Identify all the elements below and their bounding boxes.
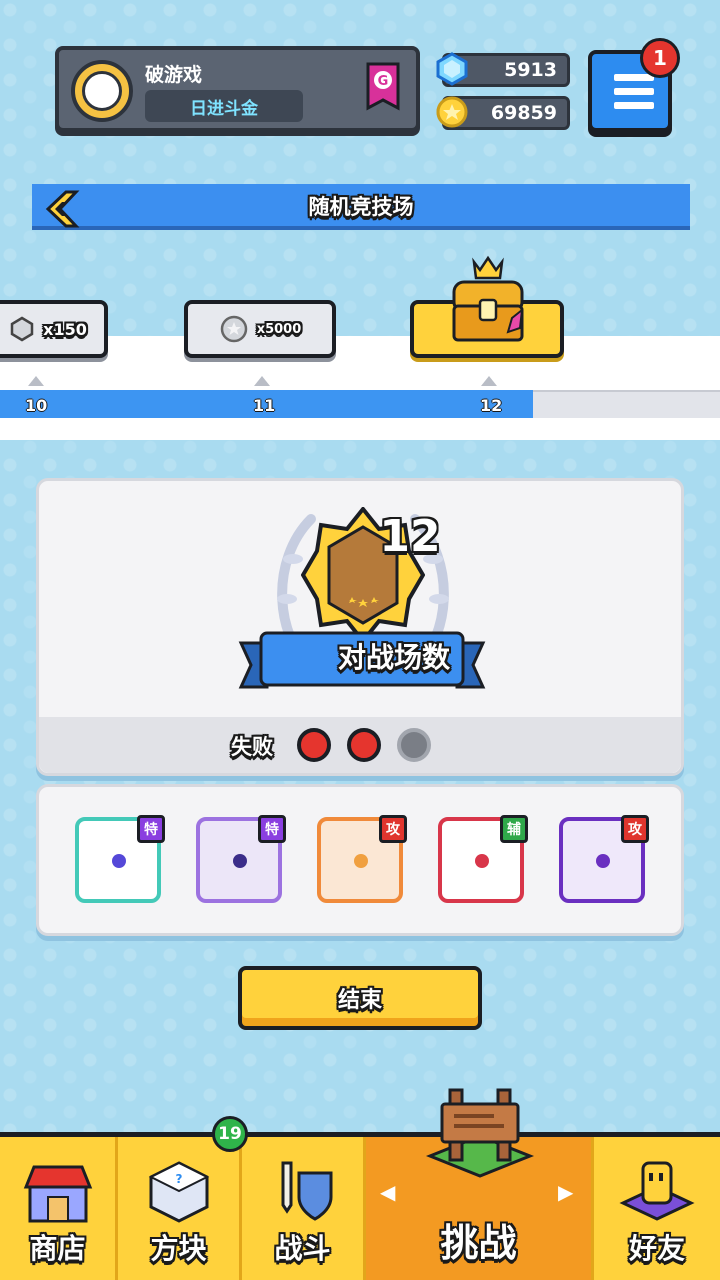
- nav-cubes[interactable]: ? 方块: [118, 1137, 242, 1280]
- battle-count-card: 12 对战场数 失败: [36, 478, 684, 776]
- signpost-icon: [425, 1088, 535, 1178]
- nav-label: 方块: [150, 1232, 207, 1265]
- gem-reward-icon: [10, 316, 34, 342]
- coin-count: 69859: [490, 102, 557, 124]
- skill-type-tag: 攻: [621, 815, 649, 843]
- loss-label: 失败: [231, 735, 273, 759]
- rank-badge-icon[interactable]: G: [365, 62, 401, 112]
- loss-indicator: 失败: [39, 717, 681, 773]
- player-name: 破游戏: [145, 64, 203, 86]
- nav-friends[interactable]: 好友: [594, 1137, 720, 1280]
- skill-slot-1[interactable]: 特: [75, 815, 165, 903]
- skill-slot-5[interactable]: 攻: [559, 815, 649, 903]
- reward-milestone-11[interactable]: x5000: [184, 300, 336, 358]
- skill-slot-4[interactable]: 辅: [438, 815, 528, 903]
- profile-panel[interactable]: 破游戏 日进斗金 G: [55, 46, 420, 132]
- cubes-notification-badge: 19: [212, 1116, 248, 1152]
- treasure-chest-icon: [452, 255, 524, 342]
- skill-type-tag: 特: [137, 815, 165, 843]
- end-button[interactable]: 结束: [238, 966, 482, 1030]
- nav-label: 商店: [29, 1232, 86, 1265]
- dragon-orb-icon: [596, 854, 610, 868]
- menu-notification-badge: 1: [640, 38, 680, 78]
- reward-track: [0, 336, 720, 440]
- gem-icon-front: [436, 52, 468, 86]
- hamburger-icon: [614, 74, 654, 81]
- hamburger-line: [614, 88, 654, 95]
- tick-marker: [28, 376, 44, 386]
- reward-amount: x5000: [256, 321, 302, 337]
- rank-badge-letter: G: [378, 74, 389, 89]
- page-title: 随机竞技场: [308, 195, 414, 219]
- skill-slot-3[interactable]: 攻: [317, 815, 407, 903]
- nav-label: 好友: [628, 1232, 685, 1265]
- nav-label-active: 挑战: [440, 1221, 517, 1265]
- nav-label: 战斗: [274, 1232, 331, 1265]
- sword-shield-icon: [281, 1161, 332, 1221]
- back-button[interactable]: [40, 188, 82, 230]
- tick-marker: [481, 376, 497, 386]
- reward-milestone-10[interactable]: x150: [0, 300, 108, 358]
- bottom-nav: 商店 ? 方块 战斗 挑战 好友: [0, 1132, 720, 1280]
- skill-type-tag: 攻: [379, 815, 407, 843]
- reward-amount: x150: [43, 319, 87, 339]
- avatar-face-icon: [82, 71, 122, 111]
- target-orb-icon: [354, 854, 368, 868]
- avatar[interactable]: [71, 60, 133, 122]
- tick-marker: [254, 376, 270, 386]
- tick-label-11: 11: [253, 396, 276, 415]
- svg-text:?: ?: [175, 1172, 182, 1186]
- tick-label-10: 10: [25, 396, 48, 415]
- battle-count-label: 对战场数: [337, 641, 450, 674]
- friends-icon: [619, 1161, 695, 1221]
- shop-icon: [23, 1165, 92, 1223]
- nav-battle[interactable]: 战斗: [242, 1137, 366, 1280]
- cube-icon: ?: [148, 1161, 209, 1223]
- gem-count: 5913: [504, 59, 557, 81]
- coin-icon-front: [436, 96, 468, 128]
- player-title: 日进斗金: [145, 90, 303, 122]
- nav-next-arrow-icon[interactable]: ▶: [558, 1180, 573, 1204]
- battle-count: 12: [379, 511, 441, 562]
- skill-type-tag: 特: [258, 815, 286, 843]
- sparkle-orb-icon: [475, 854, 489, 868]
- loss-dot-filled: [297, 728, 331, 762]
- tick-label-12: 12: [480, 396, 503, 415]
- skills-panel: 特 特 攻 辅 攻: [36, 784, 684, 936]
- nav-shop[interactable]: 商店: [0, 1137, 118, 1280]
- hands-orb-icon: [112, 854, 126, 868]
- skill-slot-2[interactable]: 特: [196, 815, 286, 903]
- header-bar: 随机竞技场: [32, 184, 690, 230]
- shatter-orb-icon: [233, 854, 247, 868]
- loss-dot-empty: [397, 728, 431, 762]
- coin-reward-icon: [220, 315, 247, 343]
- chevron-left-icon: [45, 190, 80, 228]
- nav-prev-arrow-icon[interactable]: ◀: [380, 1180, 395, 1204]
- hamburger-line: [614, 102, 654, 109]
- skill-type-tag: 辅: [500, 815, 528, 843]
- loss-dot-filled: [347, 728, 381, 762]
